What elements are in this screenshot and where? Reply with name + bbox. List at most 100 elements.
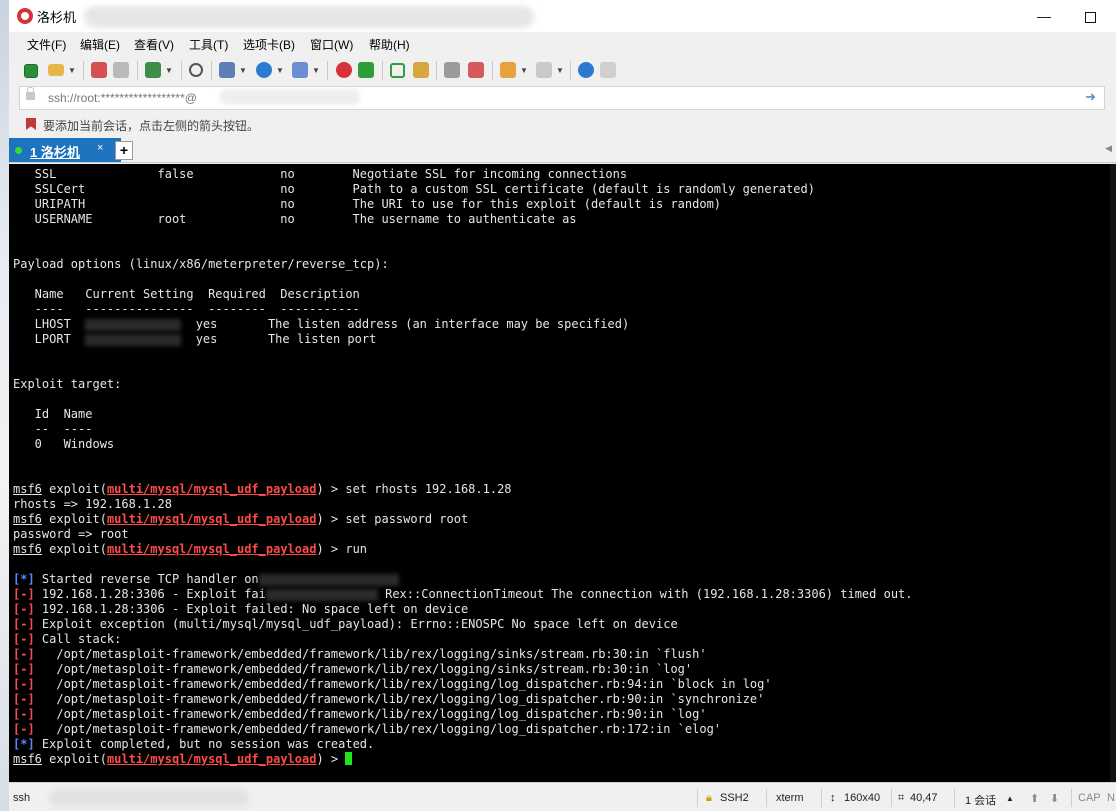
status-sessions[interactable]: 1 会话 [965, 792, 996, 808]
properties-icon[interactable] [219, 62, 235, 78]
window-title: 洛杉机 [37, 10, 77, 25]
terminal-text: Rex::ConnectionTimeout The connection wi… [377, 587, 913, 601]
terminal-command: ) > set password root [316, 512, 469, 526]
toolbar: ▼ ▼ ▼ ▼ ▼ ▼ ▼ [9, 57, 1116, 84]
find-icon[interactable] [189, 63, 203, 77]
add-tab-button[interactable]: + [115, 141, 133, 160]
terminal-line: [-] /opt/metasploit-framework/embedded/f… [13, 722, 913, 737]
terminal-line: Exploit target: [13, 377, 913, 392]
terminal-line: [-] Call stack: [13, 632, 913, 647]
new-tab-icon[interactable] [145, 62, 161, 78]
menu-file[interactable]: 文件(F) [27, 36, 66, 53]
new-session-icon[interactable] [24, 64, 38, 78]
toolbar-divider [83, 61, 84, 80]
chat-icon[interactable] [600, 62, 616, 78]
transfer-icon[interactable] [500, 62, 516, 78]
connect-icon[interactable] [91, 62, 107, 78]
globe-icon[interactable] [256, 62, 272, 78]
help-icon[interactable] [578, 62, 594, 78]
chevron-down-icon[interactable]: ▼ [520, 66, 528, 75]
layout-icon[interactable] [536, 62, 552, 78]
menu-window[interactable]: 窗口(W) [310, 36, 353, 53]
terminal-line: [*] Started reverse TCP handler on [13, 572, 913, 587]
status-caps: CAP [1078, 792, 1101, 804]
info-tag: [*] [13, 737, 35, 751]
terminal-text: 0 Windows [13, 437, 115, 451]
chevron-up-icon[interactable]: ▲ [1006, 794, 1014, 803]
terminal-line: USERNAME root no The username to authent… [13, 212, 913, 227]
terminal-line: msf6 exploit(multi/mysql/mysql_udf_paylo… [13, 482, 913, 497]
lock-icon [26, 87, 35, 100]
error-tag: [-] [13, 662, 35, 676]
toolbar-divider [382, 61, 383, 80]
chevron-down-icon[interactable]: ▼ [68, 66, 76, 75]
terminal-text: Exploit completed, but no session was cr… [34, 737, 375, 751]
menu-edit[interactable]: 编辑(E) [80, 36, 120, 53]
bookmark-icon[interactable] [26, 118, 36, 130]
terminal-command: ) > [316, 752, 346, 766]
terminal-text: SSL false no Negotiate SSL for incoming … [13, 167, 628, 181]
scroll-up-icon[interactable]: ⬆ [1030, 792, 1039, 805]
go-arrow-icon[interactable]: ➜ [1085, 89, 1096, 105]
chevron-down-icon[interactable]: ▼ [556, 66, 564, 75]
app-red-icon[interactable] [336, 62, 352, 78]
app-logo-icon [17, 8, 33, 24]
app-green-icon[interactable] [358, 62, 374, 78]
lock-icon[interactable] [413, 62, 429, 78]
exploit-module-name: multi/mysql/mysql_udf_payload [106, 512, 317, 526]
connected-status-icon [15, 147, 22, 154]
minimize-button[interactable]: — [1021, 0, 1067, 32]
chevron-down-icon[interactable]: ▼ [165, 66, 173, 75]
error-tag: [-] [13, 722, 35, 736]
terminal-text: LPORT [13, 332, 86, 346]
resize-icon: ↕ [830, 792, 836, 804]
keyboard-icon[interactable] [444, 62, 460, 78]
tab-scroll-left-icon[interactable]: ◀ [1105, 143, 1112, 154]
menu-tools[interactable]: 工具(T) [189, 36, 228, 53]
terminal-line: [-] Exploit exception (multi/mysql/mysql… [13, 617, 913, 632]
font-icon[interactable] [292, 62, 308, 78]
compose-icon[interactable] [468, 62, 484, 78]
address-bar[interactable]: ssh://root:******************@ ➜ [19, 86, 1105, 110]
tab-session-1[interactable]: 1 洛杉机 × [9, 138, 121, 162]
menu-view[interactable]: 查看(V) [134, 36, 174, 53]
scroll-down-icon[interactable]: ⬇ [1050, 792, 1059, 805]
chevron-down-icon[interactable]: ▼ [276, 66, 284, 75]
terminal-line: password => root [13, 527, 913, 542]
open-folder-icon[interactable] [48, 64, 64, 76]
terminal-text: Payload options (linux/x86/meterpreter/r… [13, 257, 389, 271]
msf-prompt: msf6 [13, 482, 42, 496]
status-connection: ssh [13, 792, 31, 804]
fullscreen-icon[interactable] [390, 63, 405, 78]
chevron-down-icon[interactable]: ▼ [239, 66, 247, 75]
terminal-text: exploit( [41, 542, 107, 556]
maximize-button[interactable] [1067, 0, 1113, 32]
terminal-text: Exploit exception (multi/mysql/mysql_udf… [34, 617, 678, 631]
terminal-line: [-] 192.168.1.28:3306 - Exploit failed: … [13, 602, 913, 617]
terminal-line: [-] /opt/metasploit-framework/embedded/f… [13, 647, 913, 662]
toolbar-divider [436, 61, 437, 80]
toolbar-divider [137, 61, 138, 80]
status-terminal-size: 160x40 [844, 792, 881, 804]
tab-close-button[interactable]: × [97, 142, 103, 154]
chevron-down-icon[interactable]: ▼ [312, 66, 320, 75]
error-tag: [-] [13, 617, 35, 631]
disconnect-icon[interactable] [113, 62, 129, 78]
error-tag: [-] [13, 587, 35, 601]
terminal-pane[interactable]: SSL false no Negotiate SSL for incoming … [9, 164, 1116, 782]
terminal-text: -- ---- [13, 422, 93, 436]
background-window-edge [0, 0, 9, 811]
terminal-text: SSLCert no Path to a custom SSL certific… [13, 182, 815, 196]
menu-tabs[interactable]: 选项卡(B) [243, 36, 295, 53]
terminal-output: SSL false no Negotiate SSL for incoming … [13, 167, 913, 767]
terminal-line: [-] /opt/metasploit-framework/embedded/f… [13, 692, 913, 707]
menu-help[interactable]: 帮助(H) [369, 36, 410, 53]
terminal-scrollbar[interactable] [1110, 164, 1116, 782]
toolbar-divider [181, 61, 182, 80]
terminal-line: [-] 192.168.1.28:3306 - Exploit fai Rex:… [13, 587, 913, 602]
